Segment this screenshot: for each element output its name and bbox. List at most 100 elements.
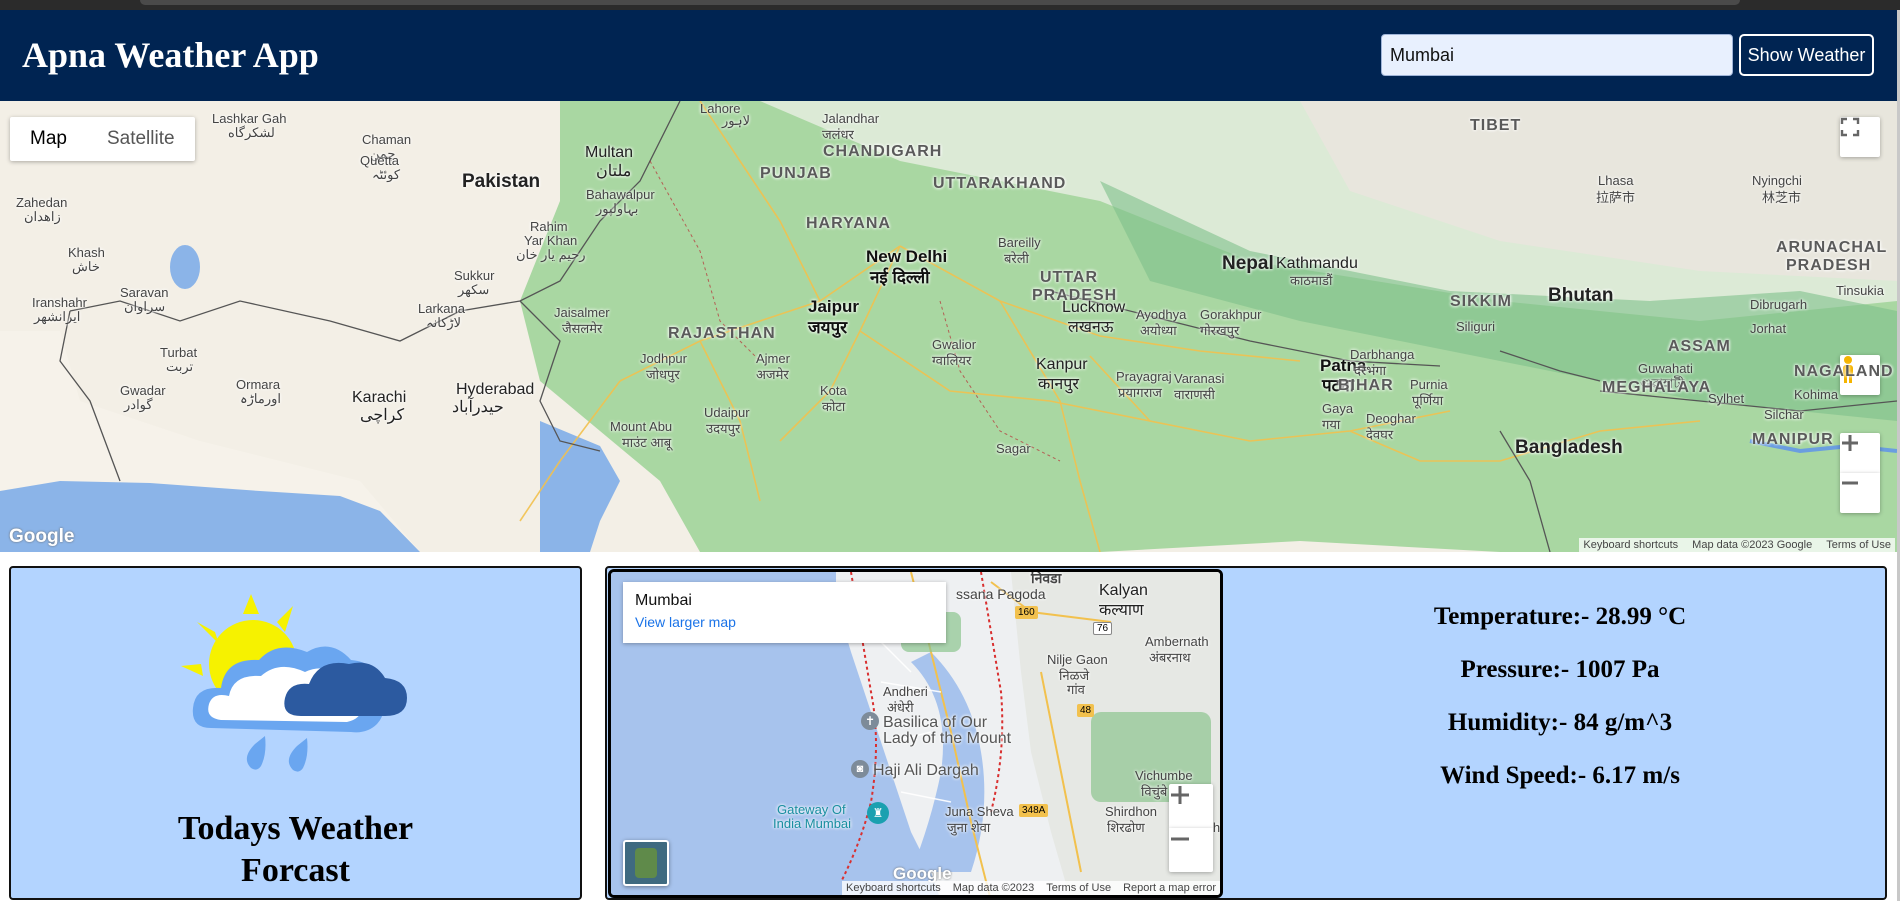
wind-speed-reading: Wind Speed:- 6.17 m/s bbox=[1440, 762, 1680, 789]
map-label: MEGHALAYA bbox=[1602, 379, 1712, 396]
map-label: Ajmer bbox=[756, 351, 790, 366]
map-label: Ayodhya bbox=[1136, 307, 1187, 322]
map-label: Haji Ali Dargah bbox=[873, 762, 979, 779]
map-label: Multan bbox=[585, 144, 634, 161]
zoom-out-icon[interactable] bbox=[1169, 828, 1213, 872]
map-label: Ambernath bbox=[1145, 634, 1209, 649]
map-label: गया bbox=[1322, 417, 1341, 432]
map-label: Iranshahr bbox=[32, 295, 87, 310]
google-logo[interactable]: Google bbox=[9, 526, 74, 548]
page: Apna Weather App Show Weather bbox=[0, 10, 1897, 901]
map-label: बरेली bbox=[1004, 251, 1029, 266]
map-label: लखनऊ bbox=[1068, 319, 1114, 336]
map-label: कोटा bbox=[822, 399, 846, 414]
map-label: Jaipur bbox=[808, 297, 860, 316]
map-label: PRADESH bbox=[1786, 257, 1872, 274]
map-label: PUNJAB bbox=[760, 165, 832, 182]
region-map-terrain bbox=[0, 101, 1897, 552]
forecast-title-line1: Todays Weather bbox=[177, 810, 414, 847]
fullscreen-icon[interactable] bbox=[1840, 117, 1880, 157]
highway-shield: 348A bbox=[1019, 804, 1049, 817]
map-label: گوادر bbox=[124, 397, 153, 412]
show-weather-button[interactable]: Show Weather bbox=[1739, 34, 1874, 76]
keyboard-shortcuts-link[interactable]: Keyboard shortcuts bbox=[1583, 539, 1678, 551]
map-label: जैसलमेर bbox=[562, 321, 603, 336]
city-map[interactable]: निवडा ssana Pagoda Kalyan कल्याण 160 76 … bbox=[608, 569, 1223, 898]
weather-icon bbox=[181, 594, 407, 772]
map-label: Vichumbe bbox=[1135, 768, 1193, 783]
map-label: Nepal bbox=[1222, 253, 1274, 274]
church-pin-icon[interactable]: ✝ bbox=[861, 712, 879, 730]
map-label: Nyingchi bbox=[1752, 173, 1802, 188]
app-title: Apna Weather App bbox=[22, 35, 319, 75]
map-type-satellite[interactable]: Satellite bbox=[87, 117, 195, 161]
map-label: Turbat bbox=[160, 345, 198, 360]
map-label: गोरखपुर bbox=[1200, 323, 1240, 338]
zoom-in-icon[interactable] bbox=[1169, 784, 1213, 828]
app-header: Apna Weather App Show Weather bbox=[0, 10, 1897, 101]
map-label: Lhasa bbox=[1598, 173, 1634, 188]
highway-shield: 48 bbox=[1077, 704, 1095, 717]
map-label: Gwalior bbox=[932, 337, 977, 352]
report-map-error-link[interactable]: Report a map error bbox=[1123, 882, 1216, 894]
map-label: Bahawalpur bbox=[586, 187, 655, 202]
highway-shield: 76 bbox=[1093, 622, 1113, 635]
map-label: CHANDIGARH bbox=[823, 143, 943, 160]
map-label: जुना शेवा bbox=[947, 820, 991, 835]
map-label: Andheri bbox=[883, 684, 928, 699]
forecast-panel: Todays Weather Forcast bbox=[9, 566, 582, 900]
map-label: Shirdhon bbox=[1105, 804, 1158, 819]
landmark-pin-icon[interactable]: ♜ bbox=[867, 802, 889, 824]
map-label: Pakistan bbox=[462, 171, 541, 192]
map-label: जयपुर bbox=[808, 318, 848, 337]
map-label: Sagar bbox=[996, 441, 1031, 456]
map-label: Jaisalmer bbox=[554, 305, 610, 320]
map-label: 拉萨市 bbox=[1596, 190, 1636, 205]
map-label: पूर्णिया bbox=[1412, 393, 1444, 408]
map-label: प्रयागराज bbox=[1118, 385, 1162, 400]
forecast-title: Todays Weather Forcast bbox=[11, 808, 580, 892]
map-label: ملتان bbox=[596, 163, 632, 180]
keyboard-shortcuts-link[interactable]: Keyboard shortcuts bbox=[846, 882, 941, 894]
map-info-card: Mumbai View larger map bbox=[623, 582, 946, 643]
mosque-pin-icon[interactable]: ◙ bbox=[851, 760, 869, 778]
pressure-reading: Pressure:- 1007 Pa bbox=[1460, 656, 1660, 683]
map-label: 林芝市 bbox=[1762, 190, 1802, 205]
region-map[interactable]: Map Satellite Lashkar Gah لشکرگاه Chaman… bbox=[0, 101, 1897, 552]
info-card-city: Mumbai bbox=[635, 592, 692, 609]
map-label: विचुंबे bbox=[1141, 784, 1168, 799]
map-label: अयोध्या bbox=[1140, 323, 1177, 338]
map-label: لشکرگاه bbox=[228, 125, 275, 140]
zoom-in-icon[interactable] bbox=[1840, 433, 1880, 473]
browser-top-strip bbox=[0, 0, 1900, 10]
map-label: Darbhanga bbox=[1350, 347, 1415, 362]
map-label: Sylhet bbox=[1708, 391, 1745, 406]
map-label: Prayagraj bbox=[1116, 369, 1172, 384]
terms-of-use-link[interactable]: Terms of Use bbox=[1826, 539, 1891, 551]
highway-shield: 160 bbox=[1015, 606, 1038, 619]
map-label: SIKKIM bbox=[1450, 293, 1512, 310]
map-label: Udaipur bbox=[704, 405, 750, 420]
map-label: Jodhpur bbox=[640, 351, 687, 366]
map-label: कल्याण bbox=[1099, 602, 1144, 619]
map-label: لاہور bbox=[722, 113, 751, 128]
temperature-reading: Temperature:- 28.99 °C bbox=[1433, 603, 1687, 630]
view-larger-map-link[interactable]: View larger map bbox=[635, 614, 934, 630]
map-label: Khash bbox=[68, 245, 105, 260]
map-label: اورماڑہ bbox=[240, 391, 281, 406]
map-label: Saravan bbox=[120, 285, 169, 300]
terms-of-use-link[interactable]: Terms of Use bbox=[1046, 882, 1111, 894]
satellite-layer-toggle[interactable] bbox=[623, 840, 669, 886]
map-label: Kohima bbox=[1794, 387, 1839, 402]
map-type-map[interactable]: Map bbox=[10, 117, 87, 161]
weather-readings: Temperature:- 28.99 °C Pressure:- 1007 P… bbox=[1240, 590, 1880, 802]
map-label: Gwadar bbox=[120, 383, 166, 398]
city-search-input[interactable] bbox=[1381, 34, 1733, 76]
browser-tab-edge bbox=[140, 0, 1740, 5]
map-label: Gorakhpur bbox=[1200, 307, 1262, 322]
zoom-out-icon[interactable] bbox=[1840, 473, 1880, 513]
map-label: Siliguri bbox=[1456, 319, 1496, 334]
map-label: Purnia bbox=[1410, 377, 1448, 392]
map-label: TIBET bbox=[1470, 117, 1522, 134]
map-label: Juna Sheva bbox=[945, 804, 1014, 819]
